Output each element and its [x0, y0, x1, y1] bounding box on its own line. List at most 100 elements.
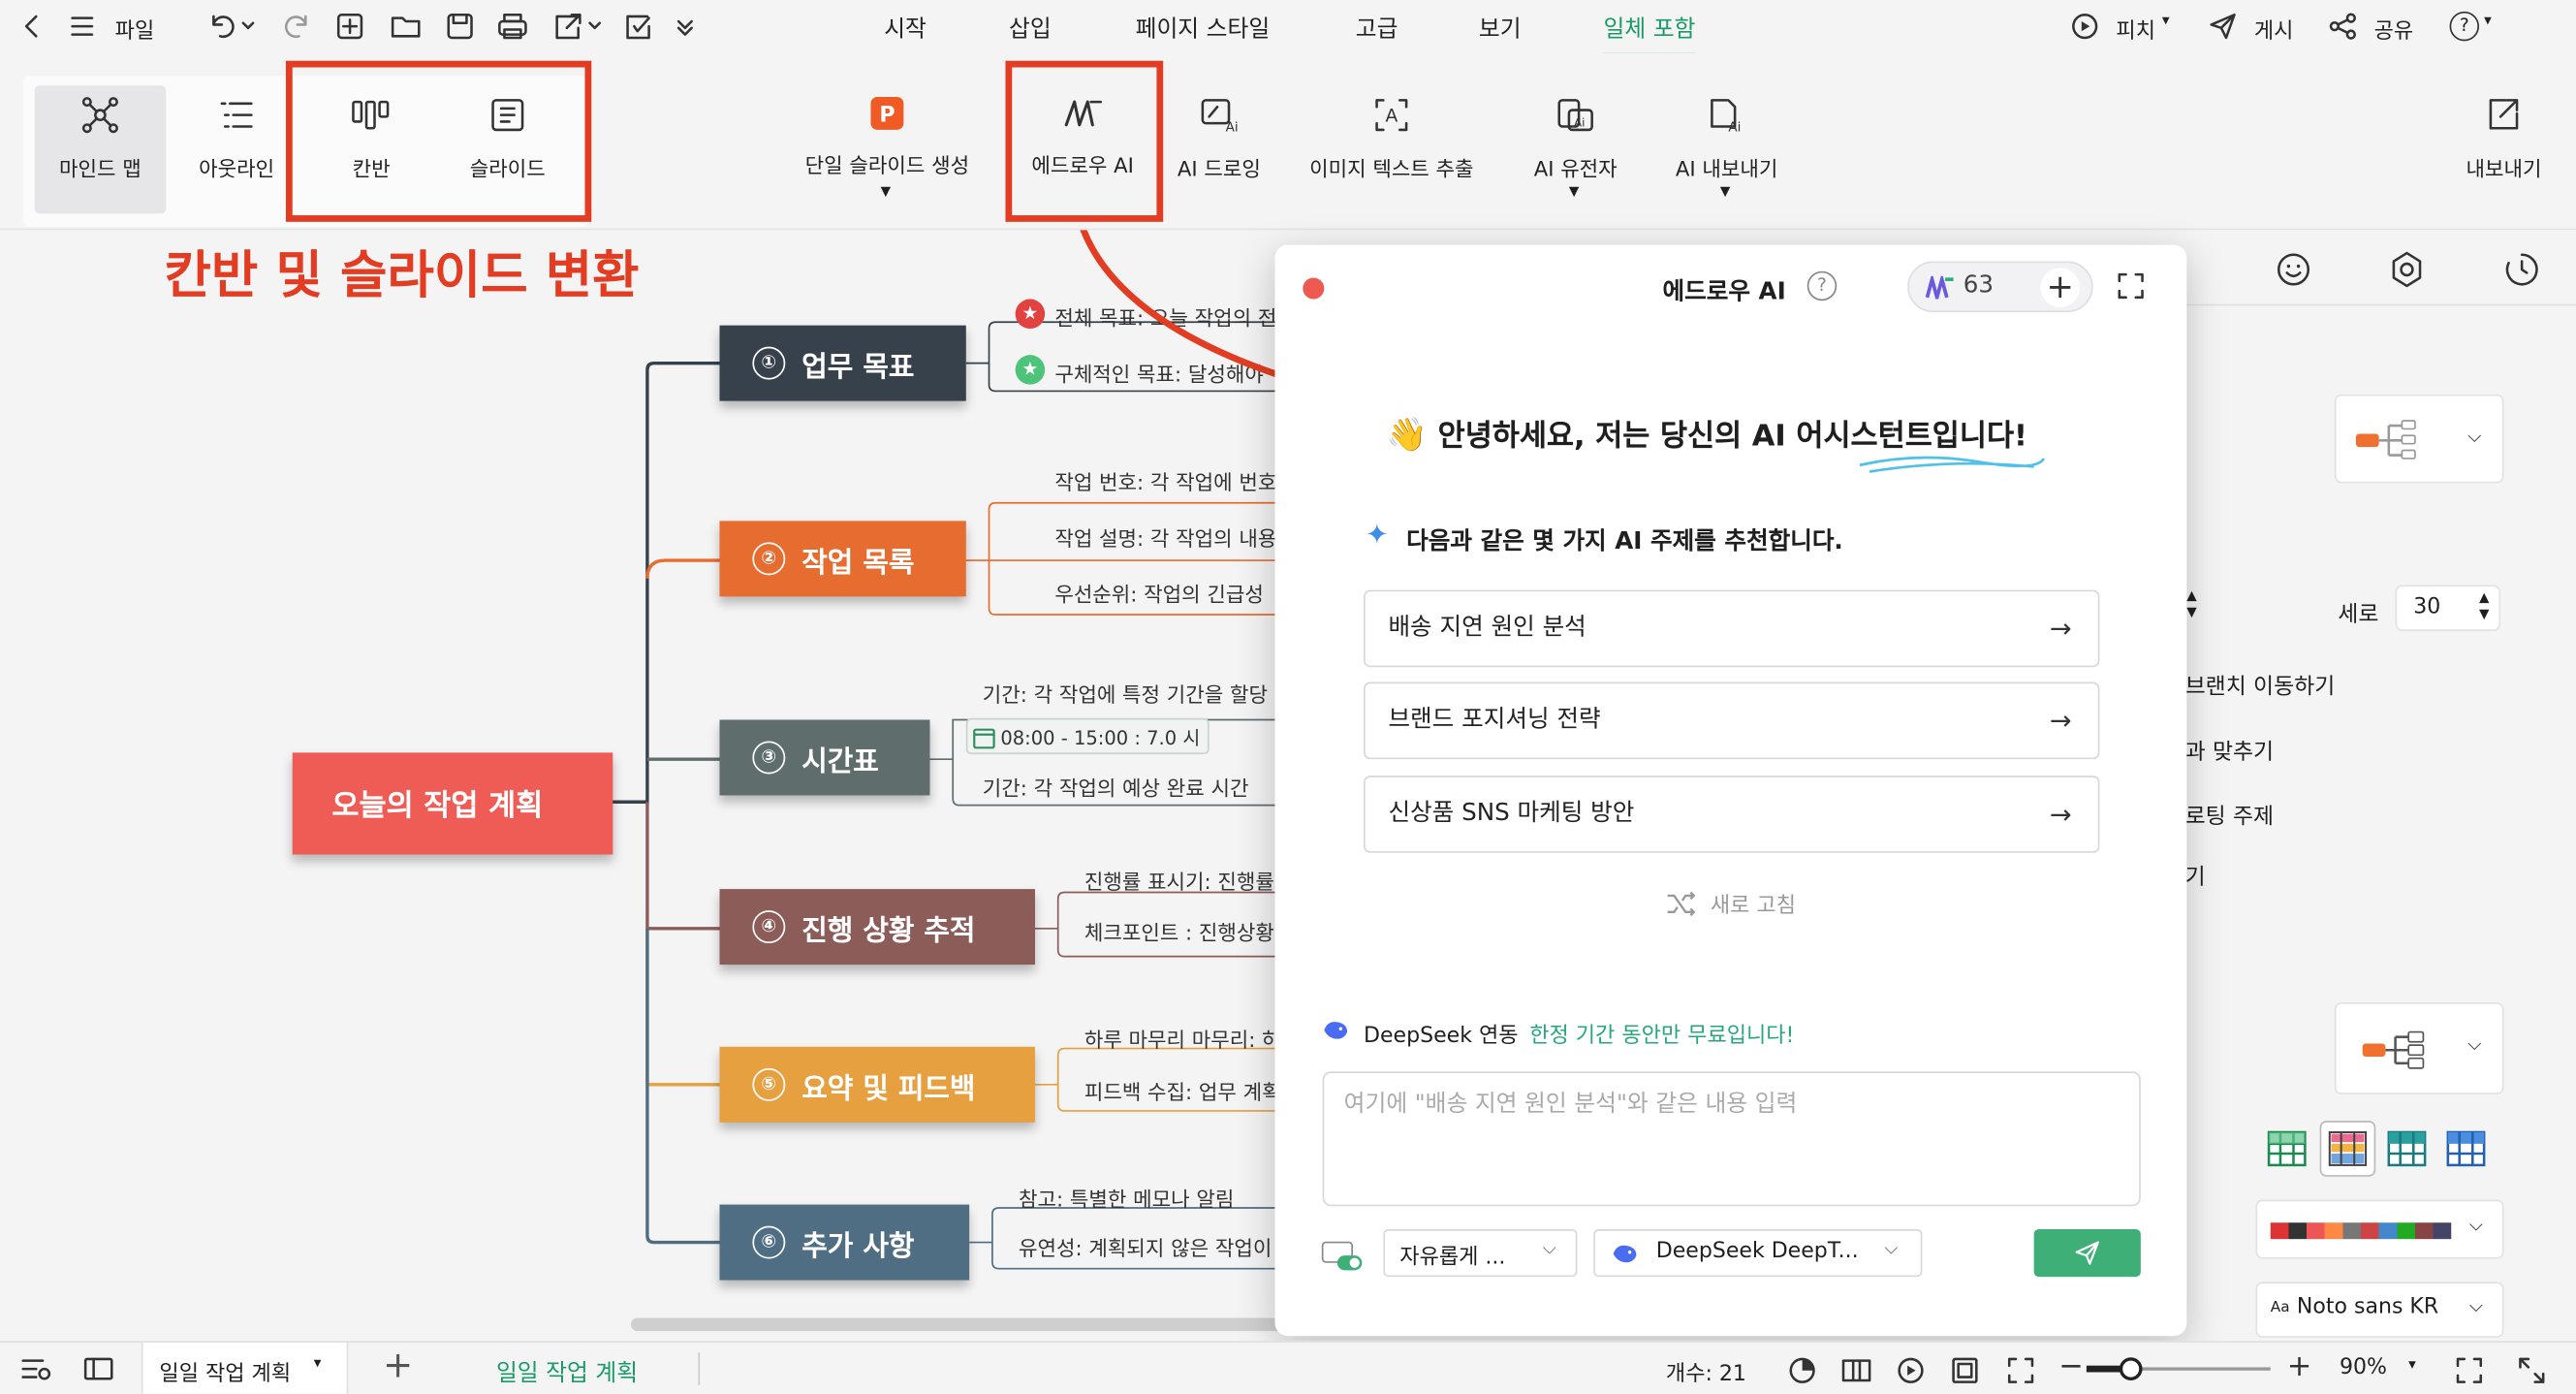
undo-icon[interactable]: [207, 12, 257, 42]
branch-topic-4[interactable]: ④ 진행 상황 추적: [719, 889, 1035, 966]
move-branch-option[interactable]: 브랜치 이동하기: [2185, 667, 2336, 700]
outline-button[interactable]: 아웃라인: [171, 85, 302, 213]
redo-icon[interactable]: [283, 12, 313, 42]
color-theme-dropdown[interactable]: ⌵: [2255, 1199, 2504, 1259]
menu-tab-view[interactable]: 보기: [1479, 12, 1522, 45]
subtopic[interactable]: 하루 마무리 마무리: 하: [1084, 1022, 1281, 1053]
floating-topic-option[interactable]: 로팅 주제: [2185, 797, 2275, 830]
menu-tab-insert[interactable]: 삽입: [1009, 12, 1052, 45]
help-icon[interactable]: ?: [2449, 11, 2480, 42]
slide-button[interactable]: 슬라이드: [442, 85, 574, 213]
refresh-button[interactable]: 새로 고침: [1666, 886, 1796, 919]
subtopic[interactable]: 진행률 표시기: 진행률: [1084, 865, 1274, 896]
topic-suggestion-2[interactable]: 브랜드 포지셔닝 전략 →: [1364, 681, 2100, 760]
ai-drawing-button[interactable]: Ai AI 드로잉: [1153, 85, 1285, 213]
branch-topic-2[interactable]: ② 작업 목록: [719, 521, 966, 597]
time-tag[interactable]: 08:00 - 15:00 : 7.0 시: [965, 717, 1209, 755]
extra-option[interactable]: 기: [2185, 858, 2206, 891]
history-icon[interactable]: [2502, 250, 2542, 290]
publish-button[interactable]: 게시: [2254, 14, 2294, 44]
subtopic[interactable]: 기간: 각 작업의 예상 완료 시간: [983, 771, 1249, 802]
prompt-input[interactable]: 여기에 "배송 지연 원인 분석"와 같은 내용 입력: [1322, 1071, 2141, 1207]
page-tab[interactable]: 일일 작업 계획: [496, 1356, 638, 1389]
doc-tab-dropdown-icon[interactable]: ▾: [314, 1356, 322, 1373]
close-dot-icon[interactable]: [1303, 277, 1325, 300]
info-icon[interactable]: ?: [1806, 270, 1838, 301]
subtopic[interactable]: 유연성: 계획되지 않은 작업이: [1019, 1231, 1272, 1262]
topic-suggestion-3[interactable]: 신상품 SNS 마케팅 방안 →: [1364, 776, 2100, 853]
export-file-icon[interactable]: [553, 12, 603, 42]
table-style-teal-icon[interactable]: [2385, 1129, 2428, 1169]
table-style-color-icon[interactable]: [2326, 1129, 2369, 1169]
credits-pill[interactable]: 63 +: [1907, 261, 2093, 313]
edit-check-icon[interactable]: [624, 12, 654, 42]
export-button[interactable]: 내보내기: [2438, 85, 2570, 213]
subtopic[interactable]: 작업 설명: 각 작업의 내용: [1054, 521, 1276, 552]
page-panel-icon[interactable]: [82, 1356, 115, 1382]
fullscreen-icon[interactable]: [2006, 1356, 2036, 1386]
height-stepper[interactable]: 30 ▲ ▼: [2395, 585, 2501, 631]
send-button[interactable]: [2033, 1229, 2141, 1278]
ai-export-button[interactable]: Ai AI 내보내기 ▼: [1661, 85, 1793, 213]
pie-chart-icon[interactable]: [1787, 1356, 1817, 1386]
stepper-arrows-icon[interactable]: ▲ ▼: [2479, 590, 2489, 623]
stepper-arrows-icon[interactable]: ▲ ▼: [2186, 588, 2196, 621]
ai-export-dropdown-icon[interactable]: ▼: [1720, 184, 1730, 199]
menu-tab-ai[interactable]: 일체 포함: [1603, 12, 1695, 56]
add-credits-icon[interactable]: +: [2040, 268, 2081, 308]
doc-tab[interactable]: 일일 작업 계획 ▾: [141, 1342, 349, 1394]
font-dropdown[interactable]: Aa Noto sans KR ⌵: [2255, 1282, 2504, 1338]
share-button[interactable]: 공유: [2374, 14, 2414, 44]
add-page-icon[interactable]: +: [383, 1346, 413, 1386]
branch-topic-6[interactable]: ⑥ 추가 사항: [719, 1204, 970, 1281]
zoom-out-icon[interactable]: −: [2058, 1349, 2084, 1384]
menu-tab-advanced[interactable]: 고급: [1356, 12, 1398, 45]
model-select[interactable]: DeepSeek DeepT... ⌵: [1593, 1229, 1923, 1278]
subtopic[interactable]: 작업 번호: 각 작업에 번호: [1054, 465, 1276, 496]
branch-style-dropdown[interactable]: ⌵: [2334, 1002, 2504, 1095]
settings-icon[interactable]: [2387, 250, 2427, 290]
expand-icon[interactable]: [2116, 271, 2146, 301]
more-chevron-icon[interactable]: [674, 15, 697, 38]
subtopic[interactable]: 기간: 각 작업에 특정 기간을 할당: [983, 677, 1268, 708]
root-topic[interactable]: 오늘의 작업 계획: [292, 752, 613, 855]
play-icon[interactable]: [1896, 1356, 1926, 1386]
branch-topic-1[interactable]: ① 업무 목표: [719, 325, 966, 401]
pitch-button[interactable]: 피치: [2116, 14, 2155, 44]
kanban-button[interactable]: 칸반: [305, 85, 437, 213]
zoom-level[interactable]: 90%: [2340, 1356, 2387, 1380]
branch-topic-3[interactable]: ③ 시간표: [719, 719, 930, 796]
horizontal-scrollbar[interactable]: [630, 1317, 1289, 1332]
zoom-dropdown-icon[interactable]: ▾: [2408, 1357, 2416, 1374]
topic-suggestion-1[interactable]: 배송 지연 원인 분석 →: [1364, 589, 2100, 668]
single-slide-dropdown-icon[interactable]: ▼: [881, 184, 891, 199]
ai-gene-button[interactable]: Ai AI 유전자 ▼: [1510, 85, 1642, 213]
zoom-in-icon[interactable]: +: [2287, 1349, 2312, 1384]
subtopic[interactable]: 우선순위: 작업의 긴급성: [1054, 577, 1264, 608]
subtopic[interactable]: 참고: 특별한 메모나 알림: [1019, 1182, 1234, 1213]
outline-toggle-icon[interactable]: [19, 1356, 52, 1382]
layout-dropdown[interactable]: ⌵: [2334, 394, 2504, 484]
new-page-icon[interactable]: [335, 12, 365, 42]
mode-select[interactable]: 자유롭게 ... ⌵: [1383, 1229, 1578, 1278]
expand-icon[interactable]: [2455, 1356, 2485, 1386]
help-dropdown-icon[interactable]: ▾: [2484, 14, 2492, 30]
edraw-ai-button[interactable]: 에드로우 AI: [1017, 85, 1148, 213]
align-option[interactable]: 과 맞추기: [2185, 733, 2275, 766]
print-icon[interactable]: [496, 12, 529, 42]
mind-map-button[interactable]: 마인드 맵: [34, 85, 167, 214]
save-icon[interactable]: [445, 12, 475, 42]
image-text-extract-button[interactable]: A 이미지 텍스트 추출: [1297, 85, 1488, 213]
zoom-slider-handle[interactable]: [2119, 1357, 2143, 1380]
table-style-green-icon[interactable]: [2266, 1129, 2309, 1169]
subtopic[interactable]: 피드백 수집: 업무 계획: [1084, 1075, 1281, 1106]
table-style-blue-icon[interactable]: [2444, 1129, 2487, 1169]
menu-tab-page-style[interactable]: 페이지 스타일: [1136, 12, 1271, 45]
menu-icon[interactable]: [69, 14, 95, 40]
zoom-slider[interactable]: [2086, 1357, 2271, 1380]
collapse-panel-icon[interactable]: [2517, 1356, 2547, 1386]
branch-topic-5[interactable]: ⑤ 요약 및 피드백: [719, 1046, 1035, 1123]
smile-icon[interactable]: [2274, 250, 2313, 290]
back-icon[interactable]: [19, 12, 46, 42]
file-menu[interactable]: 파일: [115, 14, 155, 44]
